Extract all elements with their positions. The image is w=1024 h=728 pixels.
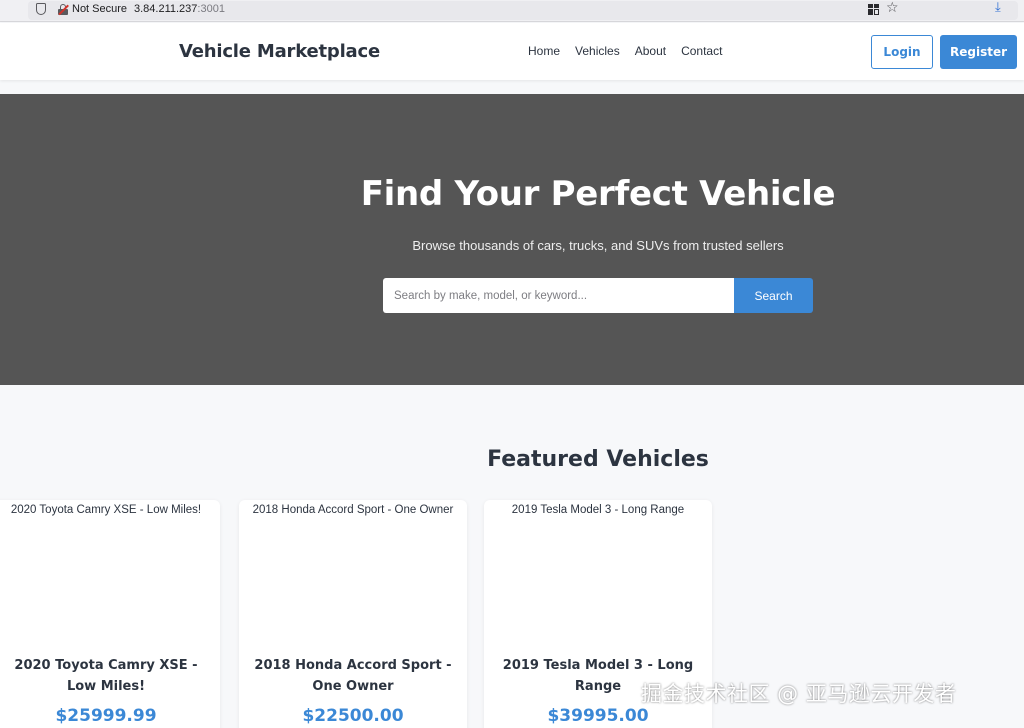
search-button[interactable]: Search <box>734 278 813 313</box>
security-status[interactable]: Not Secure <box>72 3 127 15</box>
vehicle-price: $39995.00 <box>547 706 649 726</box>
nav-vehicles[interactable]: Vehicles <box>575 44 620 58</box>
qr-code-icon[interactable] <box>868 4 879 15</box>
vehicle-title[interactable]: 2020 Toyota Camry XSE - Low Miles! <box>0 655 212 697</box>
vehicle-title[interactable]: 2018 Honda Accord Sport - One Owner <box>247 655 459 697</box>
vehicle-image-alt[interactable]: 2018 Honda Accord Sport - One Owner <box>239 504 467 516</box>
vehicle-price: $25999.99 <box>55 706 157 726</box>
watermark: 掘金技术社区 @ 亚马逊云开发者 <box>641 682 957 706</box>
browser-address-bar: Not Secure 3.84.211.237:3001 ☆ ⤓ <box>0 0 1024 22</box>
nav-contact[interactable]: Contact <box>681 44 722 58</box>
vehicle-image-alt[interactable]: 2020 Toyota Camry XSE - Low Miles! <box>0 504 220 516</box>
shield-icon[interactable] <box>36 3 46 15</box>
nav-about[interactable]: About <box>635 44 666 58</box>
url-text[interactable]: 3.84.211.237:3001 <box>134 3 225 15</box>
featured-title: Featured Vehicles <box>487 447 709 472</box>
nav-home[interactable]: Home <box>528 44 560 58</box>
register-button[interactable]: Register <box>940 35 1017 69</box>
main-nav: Home Vehicles About Contact <box>528 44 722 58</box>
download-icon[interactable]: ⤓ <box>995 1 1001 14</box>
url-host: 3.84.211.237 <box>134 3 198 15</box>
vehicle-card[interactable]: 2020 Toyota Camry XSE - Low Miles! 2020 … <box>0 500 220 728</box>
site-header: Vehicle Marketplace Home Vehicles About … <box>0 23 1024 80</box>
vehicle-image-alt[interactable]: 2019 Tesla Model 3 - Long Range <box>484 504 712 516</box>
search-input[interactable] <box>383 278 734 313</box>
vehicle-price: $22500.00 <box>302 706 404 726</box>
url-port: :3001 <box>197 3 225 15</box>
site-brand[interactable]: Vehicle Marketplace <box>179 41 380 62</box>
hero-section: Find Your Perfect Vehicle Browse thousan… <box>0 94 1024 385</box>
hero-title: Find Your Perfect Vehicle <box>360 174 836 214</box>
bookmark-star-icon[interactable]: ☆ <box>886 1 899 15</box>
insecure-lock-icon[interactable] <box>58 4 69 15</box>
vehicle-card[interactable]: 2018 Honda Accord Sport - One Owner 2018… <box>239 500 467 728</box>
login-button[interactable]: Login <box>871 35 933 69</box>
hero-subtitle: Browse thousands of cars, trucks, and SU… <box>412 238 784 253</box>
